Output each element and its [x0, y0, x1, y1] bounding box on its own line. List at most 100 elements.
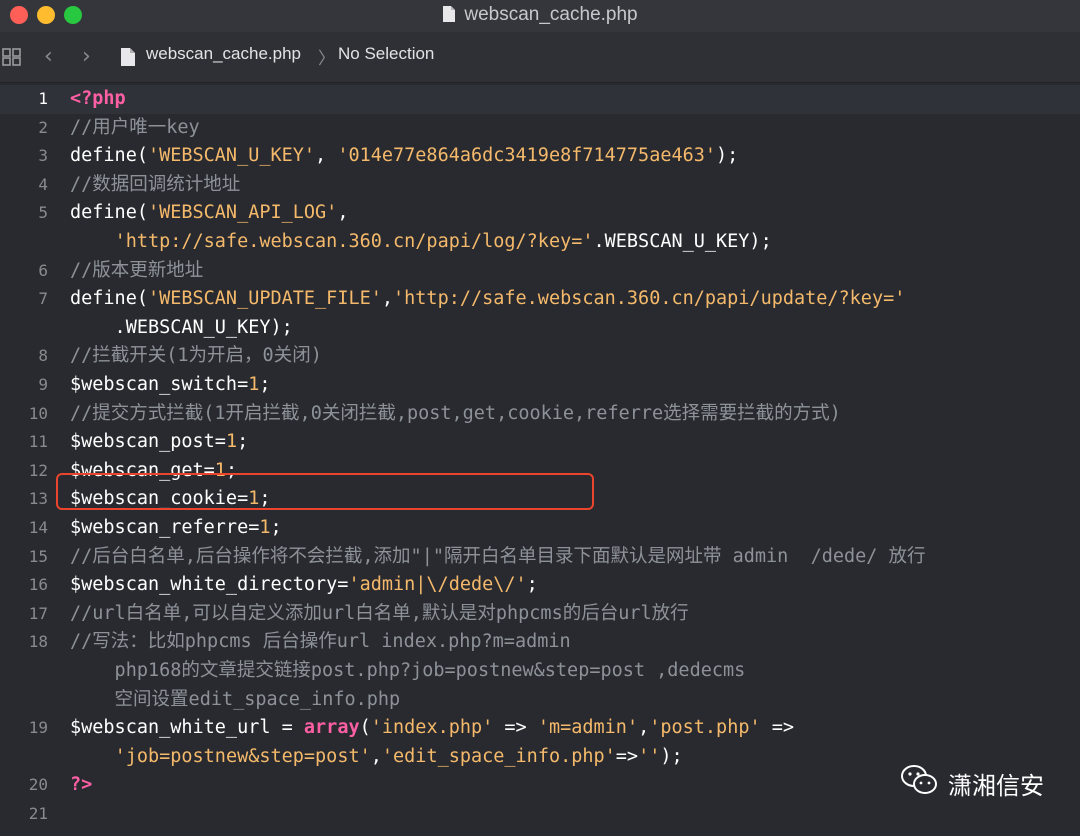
line-number: 15 [28, 546, 48, 566]
highlight-box [56, 473, 594, 510]
code-text: //后台白名单,后台操作将不会拦截,添加"|"隔开白名单目录下面默认是网址带 a… [70, 543, 926, 572]
code-line[interactable]: 9 $webscan_switch=1; [0, 371, 1080, 400]
code-line[interactable]: 21 [0, 800, 1080, 829]
jumpbar-file[interactable]: webscan_cache.php [146, 44, 301, 64]
code-token: , [381, 288, 394, 310]
back-button[interactable]: ‹ [44, 44, 53, 69]
code-token: //拦截开关(1为开启，0关闭) [70, 345, 322, 367]
code-line[interactable]: .WEBSCAN_U_KEY); [0, 314, 1080, 343]
code-token: 空间设置edit_space_info.php [70, 688, 401, 710]
code-text: //url白名单,可以自定义添加url白名单,默认是对phpcms的后台url放… [70, 600, 689, 629]
code-line[interactable]: 17 //url白名单,可以自定义添加url白名单,默认是对phpcms的后台ur… [0, 600, 1080, 629]
line-number: 20 [28, 775, 48, 795]
code-text: $webscan_switch=1; [70, 371, 271, 400]
code-line[interactable]: 6 //版本更新地址 [0, 257, 1080, 286]
code-token: define( [70, 202, 148, 224]
code-text: 空间设置edit_space_info.php [70, 686, 401, 715]
code-token: 'http://safe.webscan.360.cn/papi/update/… [393, 288, 906, 310]
code-token: ; [237, 431, 249, 453]
code-token: ( [359, 717, 371, 739]
code-line[interactable]: 3 define('WEBSCAN_U_KEY', '014e77e864a6dc… [0, 142, 1080, 171]
code-token: array [303, 717, 360, 739]
code-line[interactable]: 10 //提交方式拦截(1开启拦截,0关闭拦截,post,get,cookie,r… [0, 400, 1080, 429]
jumpbar-selection[interactable]: No Selection [338, 44, 434, 64]
line-number: 2 [38, 117, 48, 137]
line-number: 10 [28, 403, 48, 423]
code-text: define('WEBSCAN_UPDATE_FILE','http://saf… [70, 285, 905, 314]
code-line[interactable]: 11 $webscan_post=1; [0, 428, 1080, 457]
jump-bar: ‹ › webscan_cache.php 〉 No Selection [0, 32, 1080, 83]
code-text: .WEBSCAN_U_KEY); [70, 314, 293, 343]
line-number: 11 [28, 432, 48, 452]
code-line[interactable]: 1 <?php [0, 85, 1080, 114]
code-token: , [638, 717, 650, 739]
code-line[interactable]: 2 //用户唯一key [0, 114, 1080, 143]
code-text: define('WEBSCAN_API_LOG', [70, 199, 348, 228]
code-token: $webscan_post= [70, 431, 226, 453]
forward-button[interactable]: › [82, 44, 91, 69]
code-line[interactable]: 7 define('WEBSCAN_UPDATE_FILE','http://sa… [0, 285, 1080, 314]
code-token: php168的文章提交链接post.php?job=postnew&step=p… [70, 660, 746, 681]
watermark-text: 潇湘信安 [948, 771, 1044, 800]
window-title-text: webscan_cache.php [464, 4, 638, 25]
line-number: 19 [28, 718, 48, 738]
code-line[interactable]: 16 $webscan_white_directory='admin|\/dede… [0, 571, 1080, 600]
code-token: $webscan_referre= [70, 517, 260, 538]
code-token: 'm=admin' [537, 717, 639, 739]
code-text: //用户唯一key [70, 114, 200, 143]
related-items-icon[interactable] [2, 48, 22, 70]
code-token: 1 [225, 431, 238, 453]
code-text: //提交方式拦截(1开启拦截,0关闭拦截,post,get,cookie,ref… [70, 400, 841, 429]
code-text: $webscan_referre=1; [70, 514, 282, 543]
code-token: ); [660, 745, 683, 767]
code-token: 'WEBSCAN_UPDATE_FILE' [147, 288, 382, 310]
code-line[interactable]: 空间设置edit_space_info.php [0, 686, 1080, 715]
wechat-icon [900, 764, 938, 802]
code-text: define('WEBSCAN_U_KEY', '014e77e864a6dc3… [70, 142, 738, 171]
code-line[interactable]: 5 define('WEBSCAN_API_LOG', [0, 199, 1080, 228]
line-number: 9 [38, 375, 48, 394]
code-token: //提交方式拦截(1开启拦截,0关闭拦截,post,get,cookie,ref… [70, 402, 841, 424]
code-token: 'index.php' [370, 717, 494, 739]
code-token: //数据回调统计地址 [70, 173, 241, 195]
code-token: 1 [259, 517, 271, 538]
code-token: //后台白名单,后台操作将不会拦截,添加"|"隔开白名单目录下面默认是网址带 a… [70, 545, 926, 567]
code-token: ?> [70, 774, 93, 796]
code-token: <?php [70, 88, 126, 109]
code-text: <?php [70, 85, 126, 114]
code-token: , [315, 145, 338, 167]
line-number: 6 [38, 260, 48, 280]
code-text: 'http://safe.webscan.360.cn/papi/log/?ke… [70, 228, 772, 257]
code-token: 'WEBSCAN_API_LOG' [147, 202, 338, 224]
code-line[interactable]: 18 //写法：比如phpcms 后台操作url index.php?m=admi… [0, 628, 1080, 657]
window-titlebar: webscan_cache.php [0, 0, 1080, 32]
window-title: webscan_cache.php [0, 4, 1080, 29]
code-line[interactable]: php168的文章提交链接post.php?job=postnew&step=p… [0, 657, 1080, 686]
line-number: 1 [38, 89, 48, 108]
code-token: , [337, 202, 349, 224]
code-text: $webscan_post=1; [70, 428, 248, 457]
code-line[interactable]: 19 $webscan_white_url = array('index.php'… [0, 714, 1080, 743]
line-number: 4 [38, 174, 48, 194]
code-text: ?> [70, 771, 92, 800]
code-token: 'admin|\/dede\/' [348, 574, 527, 596]
code-token: define( [70, 288, 148, 310]
line-number: 16 [28, 575, 48, 595]
line-number: 12 [28, 460, 48, 480]
code-editor[interactable]: 1 <?php 2 //用户唯一key 3 define('WEBSCAN_U_KEY',… [0, 83, 1080, 836]
code-token: $webscan_switch= [70, 374, 249, 395]
line-number: 17 [28, 603, 48, 623]
line-number: 7 [38, 289, 48, 309]
code-token: '' [638, 745, 661, 767]
jumpbar-separator: 〉 [318, 49, 335, 68]
code-line[interactable]: 15 //后台白名单,后台操作将不会拦截,添加"|"隔开白名单目录下面默认是网址带… [0, 543, 1080, 572]
code-token: ; [270, 517, 282, 538]
code-line[interactable]: 'http://safe.webscan.360.cn/papi/log/?ke… [0, 228, 1080, 257]
code-token: //用户唯一key [70, 116, 200, 138]
code-text: 'job=postnew&step=post','edit_space_info… [70, 743, 683, 772]
code-line[interactable]: 14 $webscan_referre=1; [0, 514, 1080, 543]
jumpbar-file-icon [120, 47, 136, 71]
code-line[interactable]: 4 //数据回调统计地址 [0, 171, 1080, 200]
code-line[interactable]: 8 //拦截开关(1为开启，0关闭) [0, 342, 1080, 371]
